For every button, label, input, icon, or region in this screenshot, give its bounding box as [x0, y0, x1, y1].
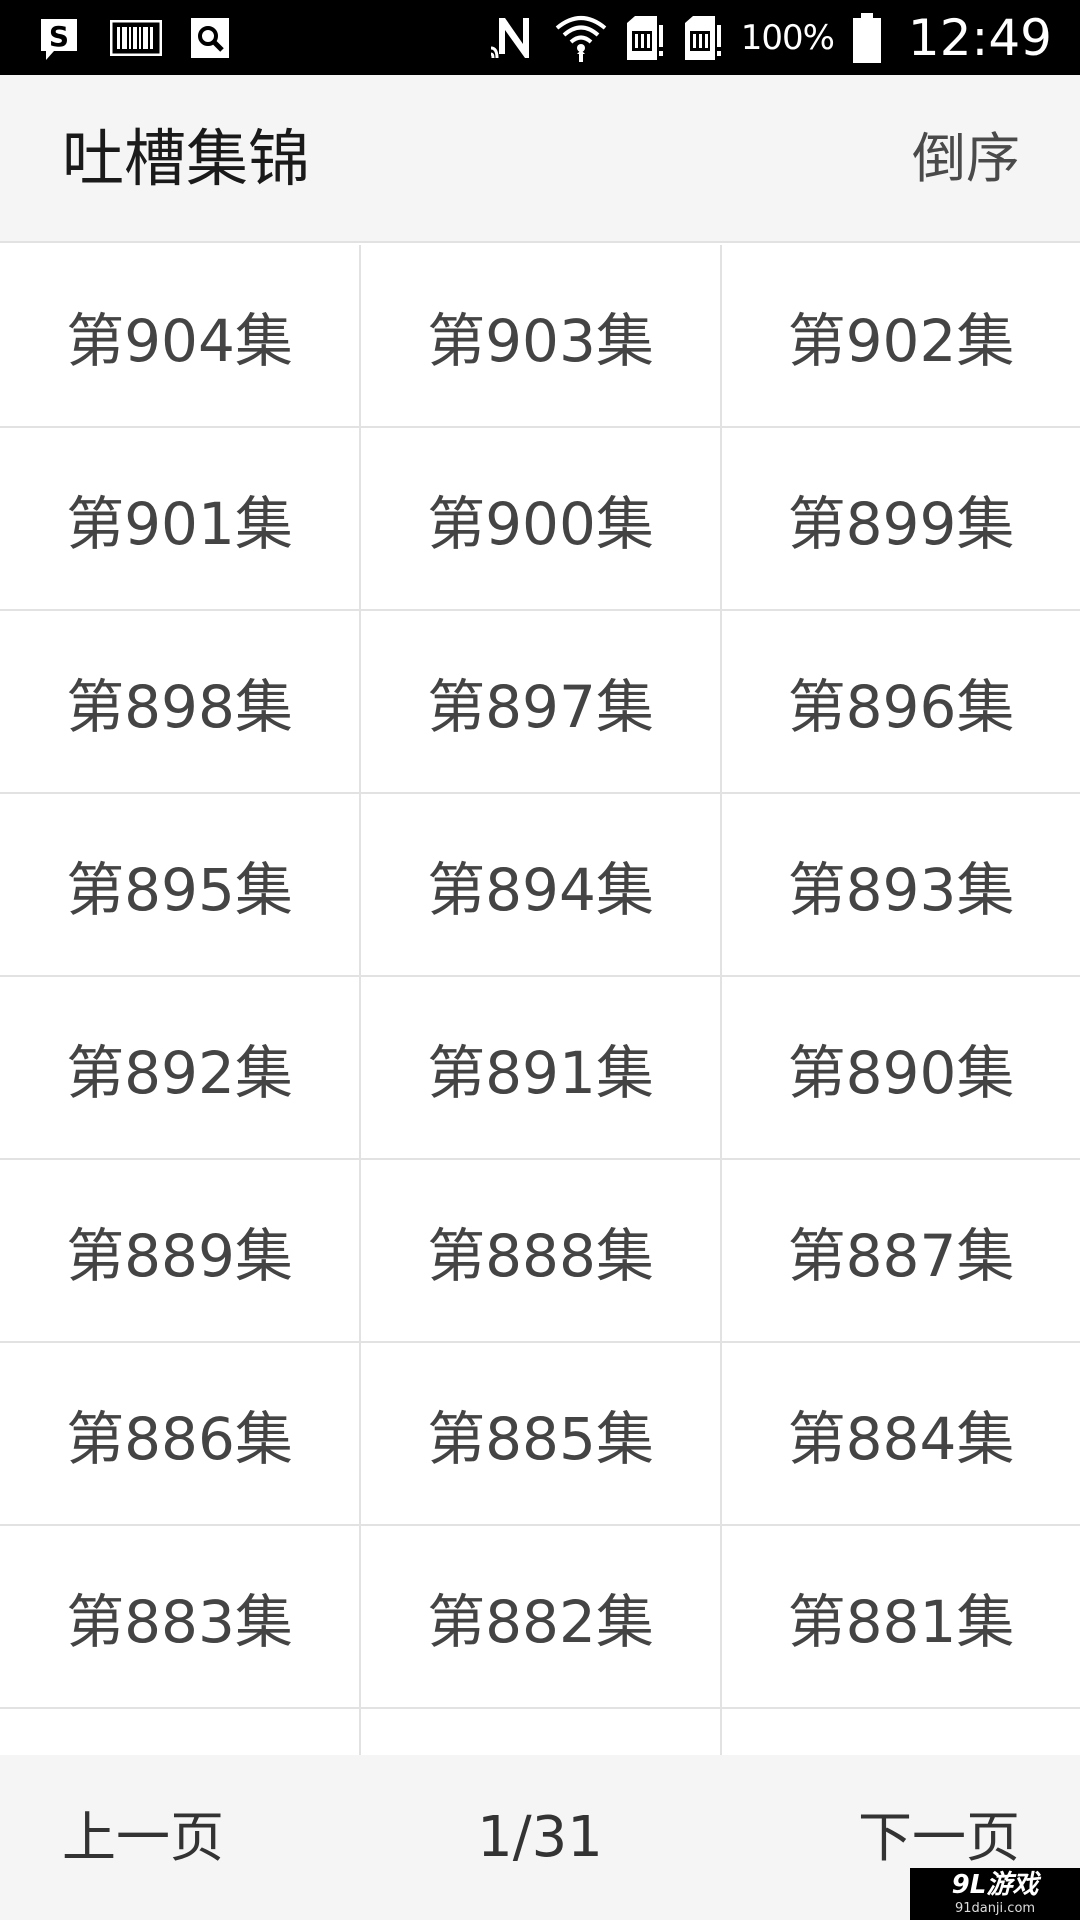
episode-cell[interactable]	[361, 1709, 720, 1755]
episode-cell[interactable]: 第882集	[361, 1526, 720, 1707]
episode-cell[interactable]: 第884集	[722, 1343, 1080, 1524]
sim2-icon	[683, 15, 723, 61]
episode-cell[interactable]: 第889集	[0, 1160, 359, 1341]
wifi-icon	[555, 14, 607, 62]
episode-cell[interactable]: 第890集	[722, 977, 1080, 1158]
barcode-icon	[110, 20, 162, 56]
episode-grid: 第904集 第903集 第902集 第901集 第900集 第899集 第898…	[0, 245, 1080, 1755]
episode-cell[interactable]: 第888集	[361, 1160, 720, 1341]
watermark-logo: 9L游戏 91danji.com	[910, 1868, 1080, 1920]
page-title: 吐槽集锦	[62, 122, 311, 195]
status-bar: S 100% 12:49	[0, 0, 1080, 75]
status-bar-right: 100% 12:49	[489, 8, 1052, 68]
sim1-icon	[625, 15, 665, 61]
episode-cell[interactable]: 第902集	[722, 245, 1080, 426]
episode-cell[interactable]: 第900集	[361, 428, 720, 609]
episode-cell[interactable]: 第895集	[0, 794, 359, 975]
episode-cell[interactable]: 第891集	[361, 977, 720, 1158]
episode-cell[interactable]: 第897集	[361, 611, 720, 792]
episode-cell[interactable]: 第887集	[722, 1160, 1080, 1341]
episode-cell[interactable]: 第901集	[0, 428, 359, 609]
search-notification-icon	[190, 17, 230, 59]
episode-cell[interactable]: 第904集	[0, 245, 359, 426]
episode-cell[interactable]: 第894集	[361, 794, 720, 975]
episode-cell[interactable]	[722, 1709, 1080, 1755]
battery-percent: 100%	[740, 18, 835, 58]
episode-cell[interactable]: 第899集	[722, 428, 1080, 609]
screen: S 100% 12:49 吐槽集锦 倒序 第904集 第903集 第902集 第…	[0, 0, 1080, 1920]
svg-text:S: S	[49, 20, 69, 53]
episode-cell[interactable]: 第896集	[722, 611, 1080, 792]
episode-cell[interactable]: 第885集	[361, 1343, 720, 1524]
episode-cell[interactable]: 第898集	[0, 611, 359, 792]
watermark-brand: 9L游戏	[951, 1870, 1039, 1900]
episode-cell[interactable]: 第886集	[0, 1343, 359, 1524]
battery-icon	[852, 13, 882, 63]
episode-cell[interactable]: 第892集	[0, 977, 359, 1158]
watermark-url: 91danji.com	[954, 1901, 1036, 1916]
episode-cell[interactable]: 第881集	[722, 1526, 1080, 1707]
nfc-icon	[489, 14, 537, 62]
episode-cell[interactable]: 第893集	[722, 794, 1080, 975]
episode-cell[interactable]	[0, 1709, 359, 1755]
reverse-order-button[interactable]: 倒序	[912, 75, 1020, 243]
s-notification-icon: S	[38, 16, 82, 60]
episode-cell[interactable]: 第903集	[361, 245, 720, 426]
episode-cell[interactable]: 第883集	[0, 1526, 359, 1707]
status-clock: 12:49	[907, 9, 1052, 67]
app-header: 吐槽集锦 倒序	[0, 75, 1080, 243]
status-bar-left: S	[38, 14, 230, 62]
